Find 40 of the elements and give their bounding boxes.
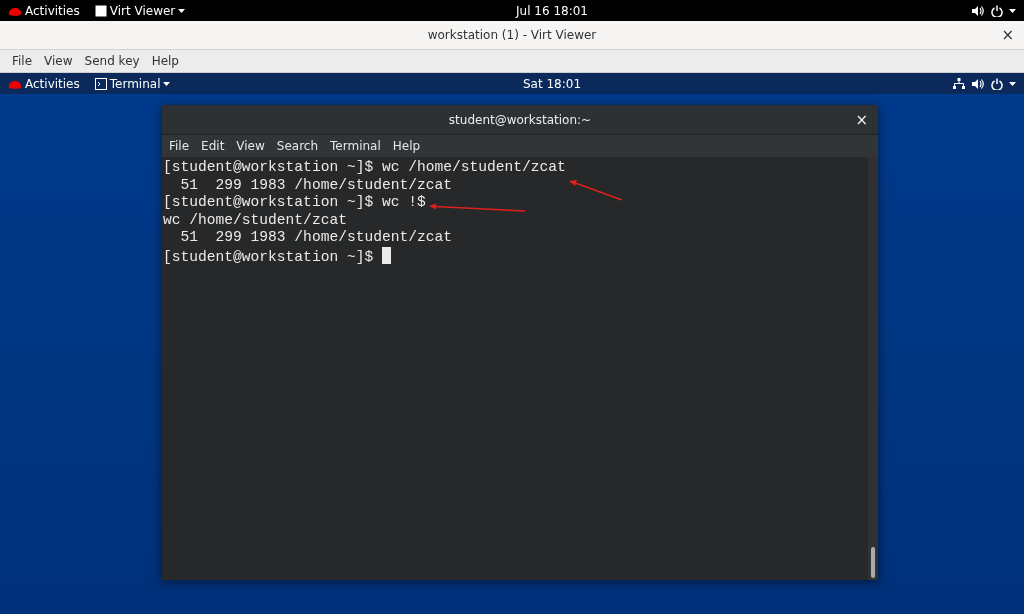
- window-icon: [94, 4, 107, 17]
- close-button[interactable]: ×: [1001, 27, 1014, 43]
- volume-icon[interactable]: [971, 77, 985, 90]
- menu-item[interactable]: View: [230, 137, 271, 155]
- window-title: workstation (1) - Virt Viewer: [427, 27, 597, 44]
- menu-item[interactable]: Send key: [78, 52, 146, 70]
- terminal-line: 51 299 1983 /home/student/zcat: [179, 229, 452, 245]
- close-button[interactable]: ×: [855, 112, 868, 127]
- clock[interactable]: Sat 18:01: [522, 74, 582, 93]
- power-icon[interactable]: [991, 77, 1003, 90]
- caret-icon[interactable]: [1009, 8, 1016, 13]
- hat-icon: [8, 5, 22, 16]
- terminal-icon: [94, 77, 107, 90]
- caret-icon[interactable]: [1009, 81, 1016, 86]
- clock[interactable]: Jul 16 18:01: [516, 1, 588, 20]
- terminal-line: [student@workstation ~]$ wc !$: [163, 194, 426, 210]
- app-menu-button[interactable]: Terminal: [94, 74, 171, 93]
- activities-button[interactable]: Activities: [8, 1, 80, 20]
- power-icon[interactable]: [991, 4, 1003, 17]
- menu-item[interactable]: Help: [145, 52, 185, 70]
- hat-icon: [8, 78, 22, 89]
- menu-item[interactable]: Terminal: [324, 137, 387, 155]
- menu-item[interactable]: File: [163, 137, 196, 155]
- terminal-line: wc /home/student/zcat: [163, 211, 347, 228]
- terminal-line: [student@workstation ~]$: [163, 248, 375, 265]
- app-menu-button[interactable]: Virt Viewer: [94, 1, 186, 20]
- menu-item[interactable]: File: [6, 52, 39, 70]
- menu-item[interactable]: Edit: [195, 137, 231, 155]
- menu-item[interactable]: View: [38, 52, 79, 70]
- activities-button[interactable]: Activities: [8, 74, 80, 93]
- menu-item[interactable]: Search: [270, 137, 325, 155]
- network-icon[interactable]: [953, 78, 965, 89]
- scrollbar-thumb[interactable]: [871, 547, 875, 578]
- volume-icon[interactable]: [971, 4, 985, 17]
- caret-icon: [178, 8, 186, 13]
- terminal-line: 51 299 1983 /home/student/zcat: [179, 176, 452, 193]
- menu-item[interactable]: Help: [386, 137, 427, 155]
- terminal-line: [student@workstation ~]$ wc /home/student/zcat: [163, 159, 566, 175]
- caret-icon: [163, 81, 171, 86]
- window-title: student@workstation:~: [448, 111, 592, 129]
